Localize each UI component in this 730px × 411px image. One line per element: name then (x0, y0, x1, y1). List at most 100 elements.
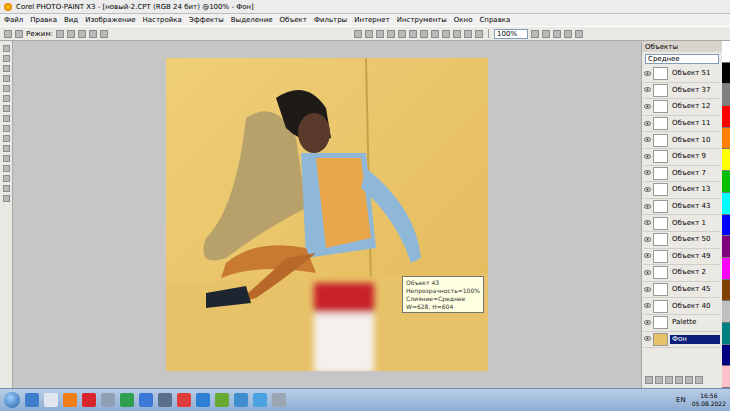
app-icon[interactable] (215, 393, 229, 407)
tool-icon[interactable] (3, 175, 10, 182)
eye-icon[interactable] (644, 120, 651, 128)
menu-item[interactable]: Фильтры (314, 16, 347, 24)
color-swatch[interactable] (722, 301, 730, 323)
eye-icon[interactable] (644, 252, 651, 260)
eye-icon[interactable] (644, 103, 651, 111)
tool-icon[interactable] (387, 30, 395, 38)
eye-icon[interactable] (644, 219, 651, 227)
image-canvas[interactable] (166, 58, 488, 371)
app-icon[interactable] (101, 393, 115, 407)
layer-row[interactable]: Объект 9 (644, 149, 720, 166)
layer-row[interactable]: Объект 43 (644, 199, 720, 216)
color-swatch[interactable] (722, 215, 730, 237)
tool-icon[interactable] (3, 95, 10, 102)
layer-row[interactable]: Объект 10 (644, 132, 720, 149)
color-swatch[interactable] (722, 323, 730, 345)
app-icon[interactable] (234, 393, 248, 407)
layer-row[interactable]: Объект 50 (644, 232, 720, 249)
clock[interactable]: 16:5605.08.2022 (692, 392, 726, 408)
tool-icon[interactable] (475, 30, 483, 38)
layer-row[interactable]: Объект 45 (644, 282, 720, 299)
tool-icon[interactable] (431, 30, 439, 38)
eye-icon[interactable] (644, 286, 651, 294)
tool-icon[interactable] (3, 115, 10, 122)
tool-icon[interactable] (3, 105, 10, 112)
eye-icon[interactable] (644, 136, 651, 144)
docker-button-icon[interactable] (675, 376, 683, 384)
menu-item[interactable]: Интернет (354, 16, 390, 24)
layer-row[interactable]: Объект 7 (644, 166, 720, 183)
tool-icon[interactable] (3, 165, 10, 172)
color-swatch[interactable] (722, 63, 730, 85)
layer-row[interactable]: Объект 13 (644, 182, 720, 199)
app-icon[interactable] (253, 393, 267, 407)
menu-item[interactable]: Файл (4, 16, 23, 24)
tool-icon[interactable] (3, 125, 10, 132)
tool-icon[interactable] (354, 30, 362, 38)
tool-icon[interactable] (409, 30, 417, 38)
tool-icon[interactable] (442, 30, 450, 38)
docker-button-icon[interactable] (655, 376, 663, 384)
tool-icon[interactable] (4, 30, 12, 38)
menu-item[interactable]: Справка (479, 16, 510, 24)
app-icon[interactable] (44, 393, 58, 407)
tool-icon[interactable] (420, 30, 428, 38)
tool-icon[interactable] (15, 30, 23, 38)
layer-row[interactable]: Объект 12 (644, 99, 720, 116)
tool-icon[interactable] (3, 195, 10, 202)
layer-row[interactable]: Объект 11 (644, 116, 720, 133)
tool-icon[interactable] (3, 145, 10, 152)
color-swatch[interactable] (722, 149, 730, 171)
eye-icon[interactable] (644, 203, 651, 211)
zoom-field[interactable]: 100% (494, 29, 528, 39)
tool-icon[interactable] (3, 75, 10, 82)
tool-icon[interactable] (89, 30, 97, 38)
app-icon[interactable] (82, 393, 96, 407)
tool-icon[interactable] (78, 30, 86, 38)
tool-icon[interactable] (365, 30, 373, 38)
tool-icon[interactable] (3, 135, 10, 142)
tool-icon[interactable] (3, 185, 10, 192)
menu-item[interactable]: Окно (454, 16, 473, 24)
layer-row[interactable]: Объект 40 (644, 298, 720, 315)
menu-item[interactable]: Правка (30, 16, 57, 24)
eye-icon[interactable] (644, 335, 651, 343)
app-icon[interactable] (196, 393, 210, 407)
color-swatch[interactable] (722, 345, 730, 367)
eye-icon[interactable] (644, 86, 651, 94)
start-button-icon[interactable] (4, 392, 20, 408)
layer-row[interactable]: Объект 1 (644, 215, 720, 232)
docker-button-icon[interactable] (665, 376, 673, 384)
tool-icon[interactable] (564, 30, 572, 38)
app-icon[interactable] (120, 393, 134, 407)
menu-item[interactable]: Настройка (143, 16, 182, 24)
color-swatch[interactable] (722, 128, 730, 150)
tool-icon[interactable] (56, 30, 64, 38)
tool-icon[interactable] (453, 30, 461, 38)
color-swatch[interactable] (722, 193, 730, 215)
tool-icon[interactable] (100, 30, 108, 38)
tool-icon[interactable] (553, 30, 561, 38)
eye-icon[interactable] (644, 319, 651, 327)
layer-row[interactable]: Объект 49 (644, 249, 720, 266)
color-swatch[interactable] (722, 171, 730, 193)
menu-item[interactable]: Эффекты (189, 16, 224, 24)
app-icon[interactable] (158, 393, 172, 407)
tool-icon[interactable] (3, 45, 10, 52)
layer-row[interactable]: Фон (644, 332, 720, 349)
menu-item[interactable]: Выделение (231, 16, 273, 24)
eye-icon[interactable] (644, 302, 651, 310)
menu-item[interactable]: Инструменты (397, 16, 447, 24)
blend-mode-dropdown[interactable]: Среднее (645, 54, 719, 64)
app-icon[interactable] (139, 393, 153, 407)
tool-icon[interactable] (67, 30, 75, 38)
color-swatch[interactable] (722, 41, 730, 63)
app-icon[interactable] (272, 393, 286, 407)
layer-row[interactable]: Palette (644, 315, 720, 332)
color-swatch[interactable] (722, 236, 730, 258)
docker-button-icon[interactable] (695, 376, 703, 384)
tool-icon[interactable] (542, 30, 550, 38)
menu-item[interactable]: Вид (64, 16, 78, 24)
tool-icon[interactable] (3, 65, 10, 72)
color-swatch[interactable] (722, 84, 730, 106)
